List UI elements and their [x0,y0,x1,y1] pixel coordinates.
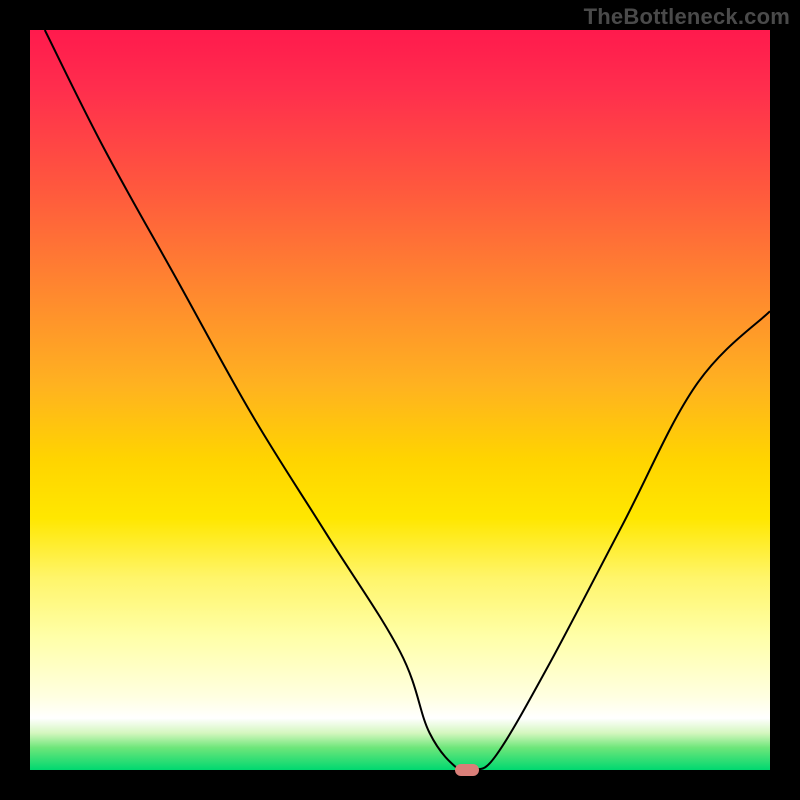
curve-path [45,30,770,770]
bottleneck-curve [30,30,770,770]
plot-area [30,30,770,770]
chart-frame: TheBottleneck.com [0,0,800,800]
watermark: TheBottleneck.com [584,4,790,30]
optimal-point-marker [455,764,479,776]
